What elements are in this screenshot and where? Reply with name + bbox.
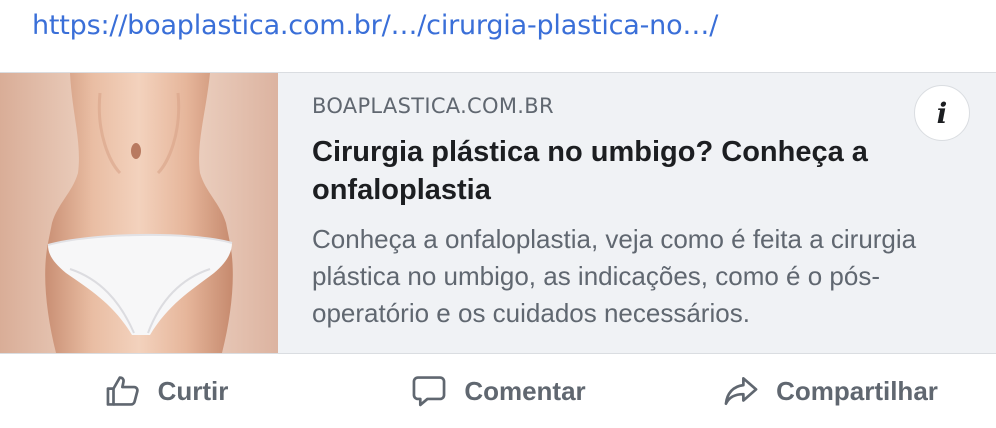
comment-label: Comentar [464,375,586,406]
link-description: Conheça a onfaloplastia, veja como é fei… [312,224,917,328]
link-thumbnail-image[interactable] [0,73,278,353]
share-label: Compartilhar [776,375,938,406]
share-button[interactable]: Compartilhar [664,354,996,428]
link-domain: BOAPLASTICA.COM.BR [312,94,554,118]
info-icon: i [936,96,948,130]
speech-bubble-icon [412,376,446,407]
like-label: Curtir [157,375,229,406]
torso-photo [0,73,278,353]
link-preview-card[interactable]: BOAPLASTICA.COM.BR Cirurgia plástica no … [0,72,996,354]
share-arrow-icon [724,376,758,406]
info-button[interactable]: i [914,85,970,141]
comment-button[interactable]: Comentar [332,354,664,428]
link-card-text[interactable]: BOAPLASTICA.COM.BR Cirurgia plástica no … [312,93,962,332]
post-action-bar: Curtir Comentar Compartilhar [0,354,996,428]
post-url-link[interactable]: https://boaplastica.com.br/…/cirurgia-pl… [32,10,718,41]
like-button[interactable]: Curtir [0,354,332,428]
link-headline[interactable]: Cirurgia plástica no umbigo? Conheça a o… [312,133,962,209]
thumbs-up-icon [106,376,139,406]
